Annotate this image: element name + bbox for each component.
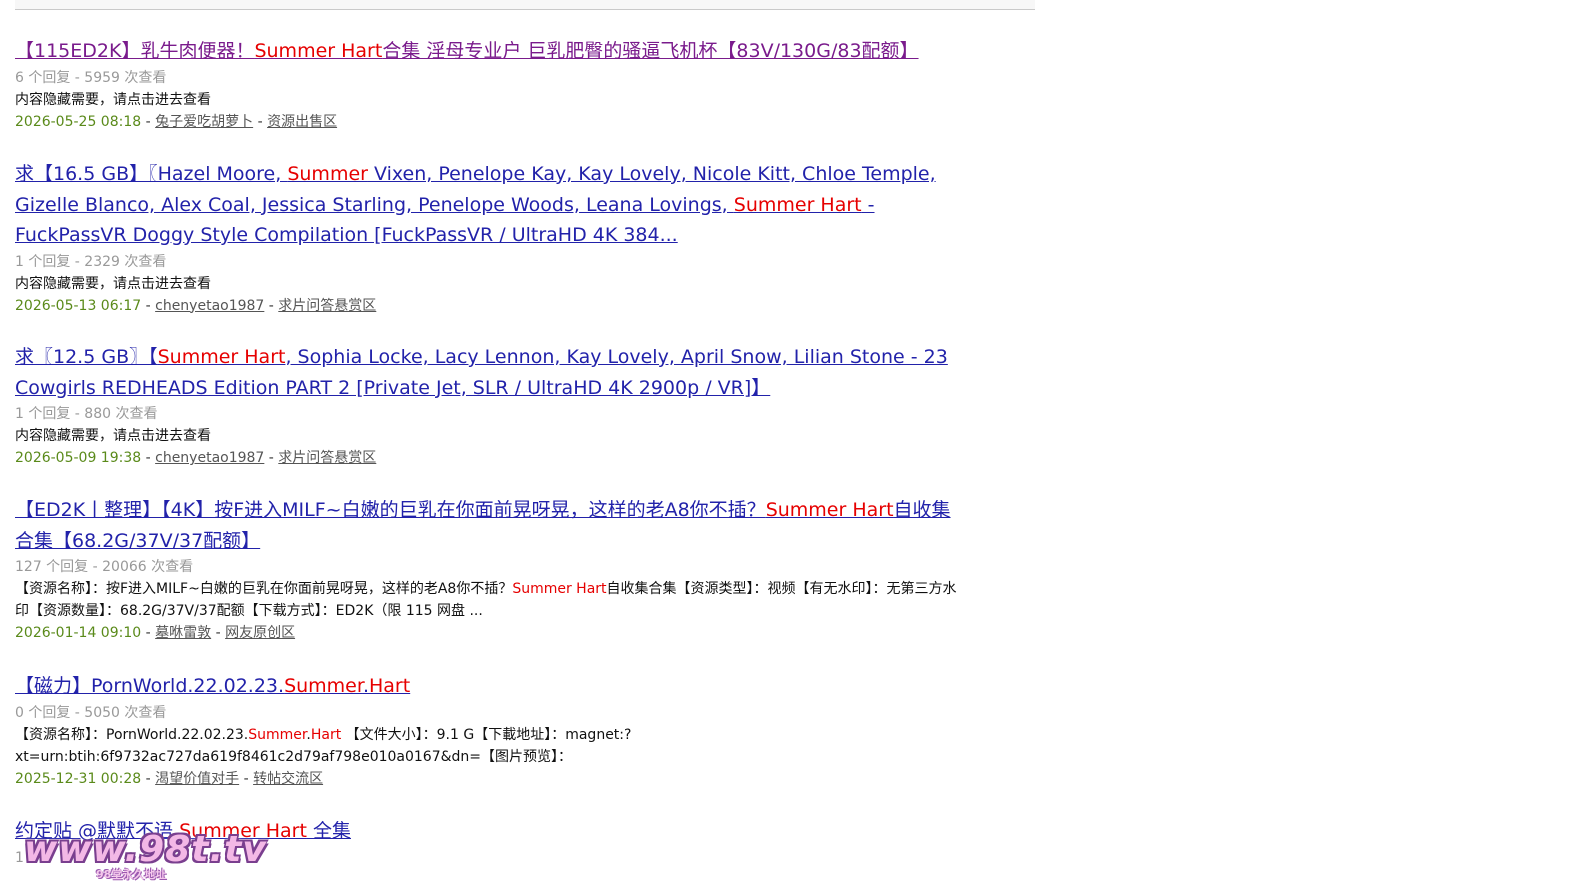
result-forum-link[interactable]: 求片问答悬赏区: [278, 450, 376, 466]
keyword-highlight: Summer: [287, 163, 368, 185]
watermark-subtext: 98堂永久地址: [96, 868, 167, 881]
top-divider-bar: [15, 0, 1035, 10]
result-item: 【ED2K丨整理】【4K】按F进入MILF~白嫩的巨乳在你面前晃呀晃，这样的老A…: [15, 495, 965, 644]
result-item: 【115ED2K】乳牛肉便器！Summer Hart合集 淫母专业户 巨乳肥臀的…: [15, 36, 919, 133]
result-description: 【资源名称】：PornWorld.22.02.23.Summer.Hart 【文…: [15, 724, 965, 768]
text-run: 【ED2K丨整理】【4K】按F进入MILF~白嫩的巨乳在你面前晃呀晃，这样的老A…: [15, 499, 766, 521]
result-description: 内容隐藏需要，请点击进去查看: [15, 425, 965, 447]
result-stats: 1 个回复 - 880 次查看: [15, 406, 158, 422]
keyword-highlight: Hart: [369, 675, 411, 697]
result-forum-link[interactable]: 转帖交流区: [253, 771, 323, 787]
text-run: 全集: [306, 820, 351, 842]
result-stats: 127 个回复 - 20066 次查看: [15, 559, 194, 575]
result-date: 2025-12-31 00:28: [15, 770, 142, 787]
result-description: 【资源名称】：按F进入MILF~白嫩的巨乳在你面前晃呀晃，这样的老A8你不插？S…: [15, 578, 965, 622]
keyword-highlight: Summer Hart: [765, 499, 894, 521]
result-title-link[interactable]: 求【16.5 GB】〖Hazel Moore, Summer Vixen, Pe…: [15, 159, 965, 251]
text-run: 内容隐藏需要，请点击进去查看: [15, 428, 211, 444]
text-run: 【资源名称】：按F进入MILF~白嫩的巨乳在你面前晃呀晃，这样的老A8你不插？: [15, 581, 513, 597]
result-author-link[interactable]: 墓咻雷敦: [155, 625, 211, 641]
result-forum-link[interactable]: 网友原创区: [225, 625, 295, 641]
result-stats: 6 个回复 - 5959 次查看: [15, 69, 167, 86]
result-info: 2026-05-25 08:18 - 兔子爱吃胡萝卜 - 资源出售区: [15, 113, 338, 130]
text-run: 内容隐藏需要，请点击进去查看: [15, 275, 211, 292]
text-run: 【磁力】PornWorld.22.02.23.: [15, 675, 285, 697]
result-date: 2026-05-13 06:17: [15, 297, 142, 314]
result-date: 2026-05-09 19:38: [15, 450, 142, 466]
keyword-highlight: Summer Hart: [254, 40, 383, 62]
result-date: 2026-05-25 08:18: [15, 113, 142, 130]
result-author-link[interactable]: chenyetao1987: [155, 298, 264, 314]
keyword-highlight: Summer Hart: [157, 346, 286, 368]
keyword-highlight: Summer: [284, 675, 363, 697]
result-title-link[interactable]: 求〖12.5 GB〗【Summer Hart, Sophia Locke, La…: [15, 342, 965, 403]
result-title-link[interactable]: 【磁力】PornWorld.22.02.23.Summer.Hart: [15, 671, 965, 702]
result-description: 内容隐藏需要，请点击进去查看: [15, 273, 965, 295]
keyword-highlight: Summer Hart: [733, 193, 862, 216]
result-stats: 1 个回复 - 2329 次查看: [15, 253, 167, 270]
text-run: 求〖12.5 GB〗【: [15, 346, 158, 368]
result-description: 内容隐藏需要，请点击进去查看: [15, 89, 919, 111]
result-info: 2026-05-13 06:17 - chenyetao1987 - 求片问答悬…: [15, 297, 377, 314]
result-info: 2026-05-09 19:38 - chenyetao1987 - 求片问答悬…: [15, 450, 377, 466]
result-author-link[interactable]: 兔子爱吃胡萝卜: [155, 114, 253, 130]
watermark-text: www.98t.tv: [24, 829, 267, 870]
result-item: 【磁力】PornWorld.22.02.23.Summer.Hart 0 个回复…: [15, 671, 965, 790]
result-info: 2026-01-14 09:10 - 墓咻雷敦 - 网友原创区: [15, 625, 296, 641]
site-watermark-logo: www.98t.tv 98堂永久地址: [24, 829, 267, 886]
result-author-link[interactable]: chenyetao1987: [155, 450, 264, 466]
keyword-highlight: Summer: [248, 726, 307, 743]
text-run: 【资源名称】：PornWorld.22.02.23.: [15, 726, 249, 743]
text-run: 求【16.5 GB】〖Hazel Moore,: [15, 163, 288, 185]
result-stats: 0 个回复 - 5050 次查看: [15, 704, 167, 721]
text-run: 合集 淫母专业户 巨乳肥臀的骚逼飞机杯【83V/130G/83配额】: [382, 40, 919, 62]
result-forum-link[interactable]: 资源出售区: [267, 114, 337, 130]
text-run: 内容隐藏需要，请点击进去查看: [15, 91, 211, 108]
result-date: 2026-01-14 09:10: [15, 625, 142, 641]
result-forum-link[interactable]: 求片问答悬赏区: [278, 298, 376, 314]
keyword-highlight: Summer Hart: [512, 581, 607, 597]
result-author-link[interactable]: 渴望价值对手: [155, 771, 239, 787]
result-title-link[interactable]: 【115ED2K】乳牛肉便器！Summer Hart合集 淫母专业户 巨乳肥臀的…: [15, 36, 919, 67]
result-item: 求〖12.5 GB〗【Summer Hart, Sophia Locke, La…: [15, 342, 965, 469]
text-run: 【115ED2K】乳牛肉便器！: [15, 40, 255, 62]
result-item: 求【16.5 GB】〖Hazel Moore, Summer Vixen, Pe…: [15, 159, 965, 317]
keyword-highlight: Hart: [310, 726, 342, 743]
result-info: 2025-12-31 00:28 - 渴望价值对手 - 转帖交流区: [15, 770, 324, 787]
result-title-link[interactable]: 【ED2K丨整理】【4K】按F进入MILF~白嫩的巨乳在你面前晃呀晃，这样的老A…: [15, 495, 965, 556]
